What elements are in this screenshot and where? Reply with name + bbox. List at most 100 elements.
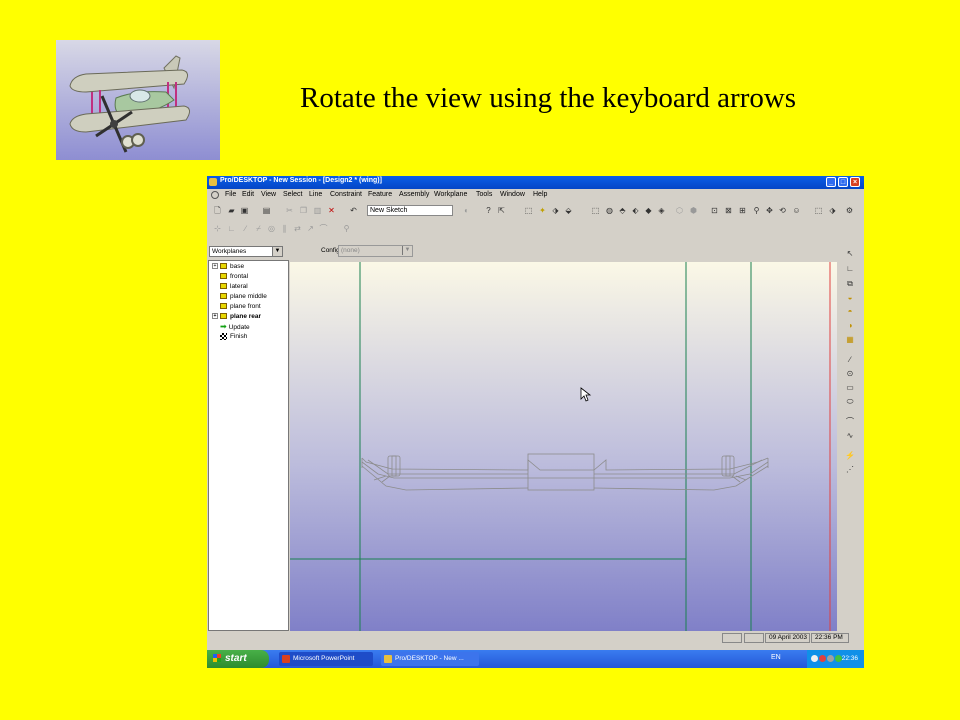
menu-constraint[interactable]: Constraint — [330, 191, 362, 198]
chevron-down-icon[interactable]: ▼ — [272, 247, 282, 256]
draft-icon[interactable]: ⬖ — [631, 206, 640, 215]
feature-select-icon[interactable]: ◑ — [845, 321, 855, 331]
app-menu-icon[interactable] — [211, 191, 219, 199]
face-select-icon[interactable]: ◓ — [845, 307, 855, 317]
context-help-icon[interactable]: ⇱ — [497, 206, 506, 215]
menu-assembly[interactable]: Assembly — [399, 191, 429, 198]
close-button[interactable]: × — [850, 177, 860, 187]
arc-tool-icon[interactable]: ⌒ — [845, 417, 855, 427]
trim-icon[interactable]: ⌿ — [254, 224, 263, 233]
chamfer-icon[interactable]: ◍ — [605, 206, 614, 215]
help-icon[interactable]: ? — [484, 206, 493, 215]
expand-icon[interactable]: + — [212, 313, 218, 320]
mirror-icon[interactable]: ◈ — [657, 206, 666, 215]
chevron-down-icon[interactable]: ▼ — [402, 246, 412, 255]
assembly-icon[interactable]: ⬡ — [675, 206, 684, 215]
menu-tools[interactable]: Tools — [476, 191, 492, 198]
start-button[interactable]: start — [207, 650, 269, 668]
tree-item-plane-front[interactable]: plane front — [212, 302, 261, 312]
configuration-selector[interactable]: (none) ▼ — [338, 245, 413, 257]
tree-item-frontal[interactable]: frontal — [212, 272, 248, 282]
tree-item-base[interactable]: + base — [212, 262, 244, 272]
menu-file[interactable]: File — [225, 191, 236, 198]
pan-icon[interactable]: ✥ — [765, 206, 774, 215]
constraint-tool-icon[interactable]: ⚡ — [845, 451, 855, 461]
select-icon[interactable]: ↖ — [845, 249, 855, 259]
constraint-icon[interactable]: ⬢ — [689, 206, 698, 215]
box-select-icon[interactable]: ⧉ — [845, 279, 855, 289]
zoom-window-icon[interactable]: ⊠ — [724, 206, 733, 215]
workplane-icon — [220, 263, 227, 270]
copy-icon[interactable]: ❐ — [299, 206, 308, 215]
smiley-icon[interactable]: ☺ — [792, 206, 801, 215]
delete-icon[interactable]: ✕ — [327, 206, 336, 215]
menu-window[interactable]: Window — [500, 191, 525, 198]
render-icon[interactable]: ⬚ — [814, 206, 823, 215]
tangent-icon[interactable]: ⌒ — [319, 224, 328, 233]
angle-dimension-icon[interactable]: ∟ — [227, 224, 236, 233]
help-tray-icon[interactable] — [811, 655, 818, 662]
language-indicator[interactable]: EN — [771, 654, 781, 661]
dimension-icon[interactable]: ⊹ — [213, 224, 222, 233]
open-folder-icon[interactable]: ▰ — [227, 206, 236, 215]
menu-view[interactable]: View — [261, 191, 276, 198]
cut-icon[interactable]: ✂ — [285, 206, 294, 215]
pattern-icon[interactable]: ◆ — [644, 206, 653, 215]
rotate-view-icon[interactable]: ⟲ — [778, 206, 787, 215]
zoom-icon[interactable]: ⊞ — [738, 206, 747, 215]
print-icon[interactable]: ▤ — [262, 206, 271, 215]
dimension-tool-icon[interactable]: ⋰ — [845, 465, 855, 475]
rectangle-tool-icon[interactable]: ▭ — [845, 383, 855, 393]
antivirus-tray-icon[interactable] — [819, 655, 826, 662]
line-icon[interactable]: ∕ — [241, 224, 250, 233]
workplane-tool-icon[interactable]: ∟ — [845, 264, 855, 274]
menu-feature[interactable]: Feature — [368, 191, 392, 198]
tree-item-lateral[interactable]: lateral — [212, 282, 248, 292]
tree-item-update[interactable]: ➡ Update — [212, 322, 250, 332]
tree-item-plane-middle[interactable]: plane middle — [212, 292, 267, 302]
circle-icon[interactable]: ◎ — [267, 224, 276, 233]
menu-edit[interactable]: Edit — [242, 191, 254, 198]
shell-icon[interactable]: ⬘ — [618, 206, 627, 215]
tree-item-plane-rear[interactable]: + plane rear — [212, 312, 261, 322]
extrude-icon[interactable]: ⬚ — [524, 206, 533, 215]
loft-icon[interactable]: ⬗ — [551, 206, 560, 215]
fillet-icon[interactable]: ⬚ — [591, 206, 600, 215]
network-tray-icon[interactable] — [827, 655, 834, 662]
sketch-properties-icon[interactable]: ◐ — [462, 206, 471, 215]
parallel-icon[interactable]: ∥ — [280, 224, 289, 233]
task-powerpoint[interactable]: Microsoft PowerPoint — [279, 652, 373, 666]
offset-icon[interactable]: ⇄ — [293, 224, 302, 233]
zoom-fit-icon[interactable]: ⊡ — [710, 206, 719, 215]
sketch-selector[interactable]: New Sketch — [367, 205, 453, 216]
shaded-icon[interactable]: ⬗ — [828, 206, 837, 215]
paste-icon[interactable]: ▥ — [313, 206, 322, 215]
sketch-search-icon[interactable]: ⚲ — [342, 224, 351, 233]
new-file-icon[interactable]: 🗋 — [213, 206, 222, 215]
menu-select[interactable]: Select — [283, 191, 302, 198]
edge-select-icon[interactable]: ◒ — [845, 293, 855, 303]
maximize-button[interactable]: □ — [838, 177, 848, 187]
wireframe-icon[interactable]: ⚙ — [845, 206, 854, 215]
save-icon[interactable]: ▣ — [240, 206, 249, 215]
spline-tool-icon[interactable]: ∿ — [845, 431, 855, 441]
design-viewport[interactable] — [290, 262, 837, 631]
spin-icon[interactable]: ✦ — [538, 206, 547, 215]
ellipse-tool-icon[interactable]: ⬭ — [845, 397, 855, 407]
menu-workplane[interactable]: Workplane — [434, 191, 467, 198]
expand-icon[interactable]: + — [212, 263, 218, 270]
line-tool-icon[interactable]: ∕ — [845, 355, 855, 365]
circle-tool-icon[interactable]: ⊙ — [845, 369, 855, 379]
minimize-button[interactable]: _ — [826, 177, 836, 187]
window-title-bar[interactable]: Pro/DESKTOP - New Session - [Design2 * (… — [207, 176, 864, 189]
menu-help[interactable]: Help — [533, 191, 547, 198]
task-prodesktop[interactable]: Pro/DESKTOP - New ... — [381, 652, 479, 666]
tree-item-finish[interactable]: Finish — [212, 332, 247, 342]
sweep-icon[interactable]: ⬙ — [564, 206, 573, 215]
zoom-in-icon[interactable]: ⚲ — [752, 206, 761, 215]
sketch-arrow-icon[interactable]: ↗ — [306, 224, 315, 233]
undo-icon[interactable]: ↶ — [349, 206, 358, 215]
browser-selector[interactable]: Workplanes ▼ — [209, 246, 283, 257]
part-select-icon[interactable]: ▦ — [845, 335, 855, 345]
menu-line[interactable]: Line — [309, 191, 322, 198]
